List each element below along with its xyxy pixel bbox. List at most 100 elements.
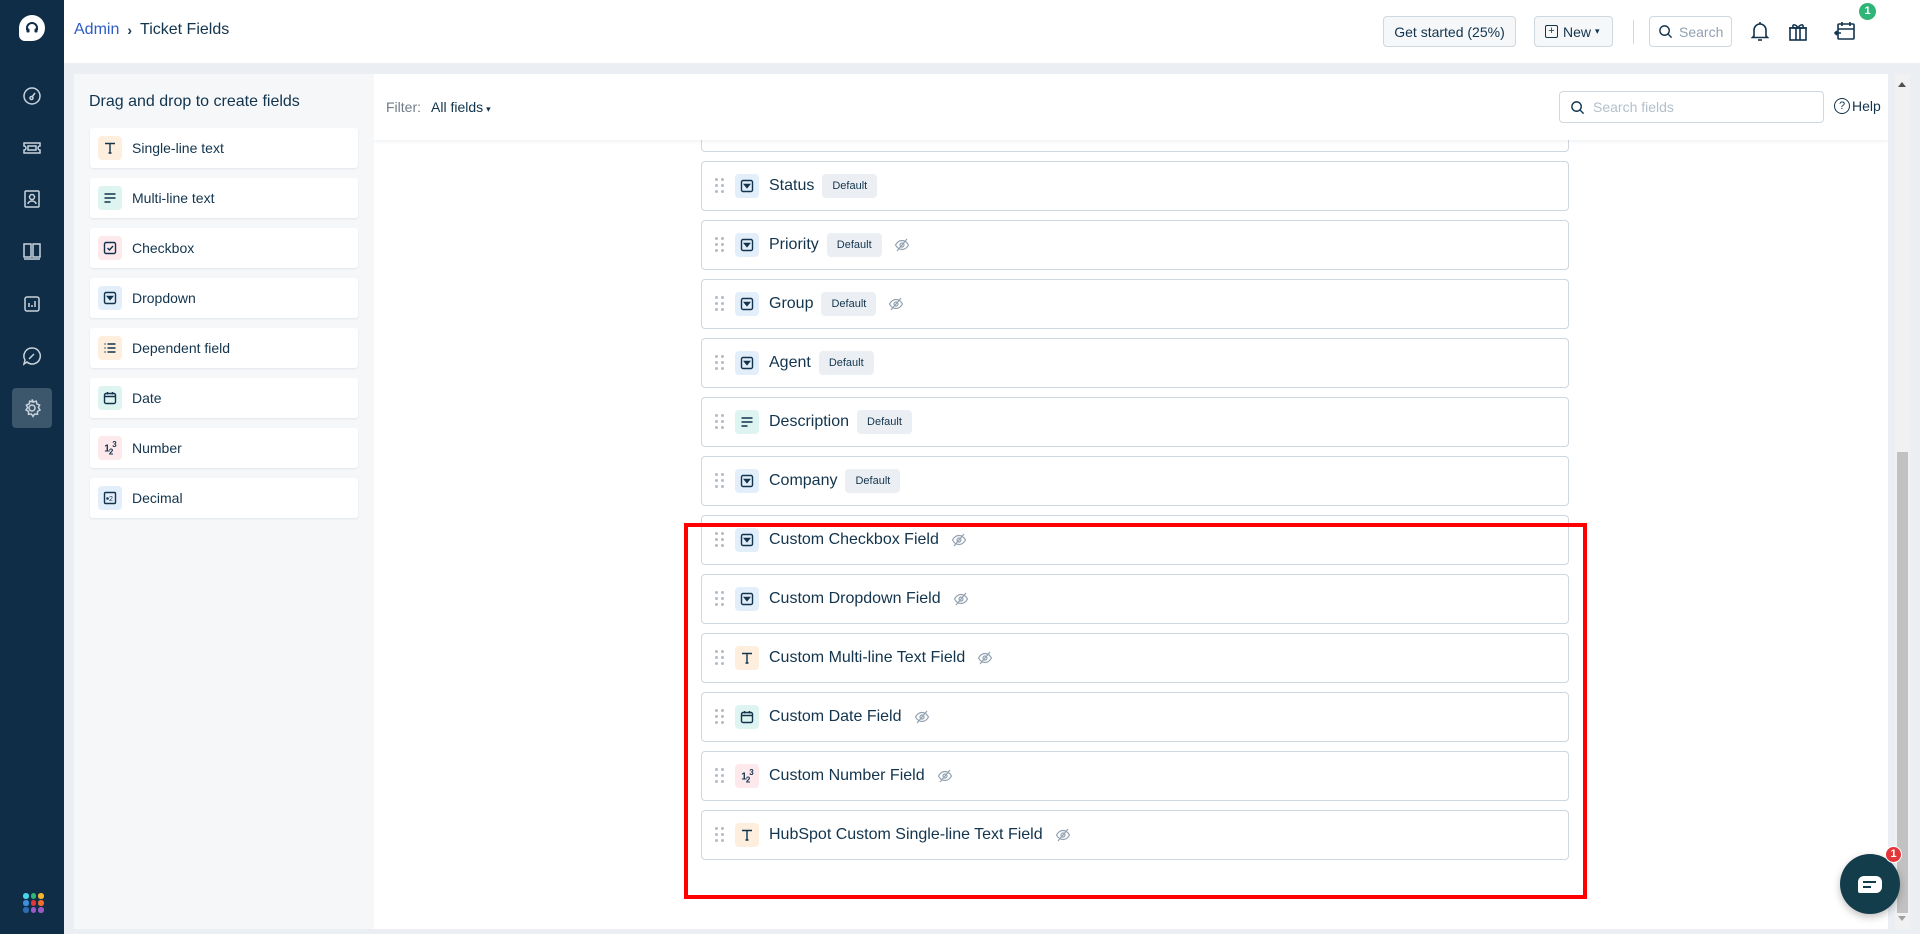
eye-off-icon — [914, 709, 930, 725]
page-scrollbar[interactable] — [1895, 74, 1910, 929]
field-name[interactable]: Custom Number Field — [769, 767, 925, 785]
dropdown-icon — [735, 528, 759, 552]
field-row[interactable]: Custom Dropdown Field — [701, 574, 1569, 624]
dropdown-icon — [735, 174, 759, 198]
nav-item-solutions[interactable] — [12, 231, 52, 271]
field-type-item[interactable]: Checkbox — [90, 228, 358, 268]
checkbox-icon — [98, 236, 122, 260]
field-type-item[interactable]: Date — [90, 378, 358, 418]
default-badge: Default — [821, 292, 877, 316]
field-row[interactable]: Priority Default — [701, 220, 1569, 270]
drag-handle-icon[interactable] — [715, 296, 724, 312]
nav-item-contacts[interactable] — [12, 179, 52, 219]
drag-handle-icon[interactable] — [715, 473, 724, 489]
freshdesk-logo-icon[interactable] — [19, 15, 45, 41]
search-icon — [1571, 100, 1585, 114]
chat-unread-badge: 1 — [1885, 846, 1902, 863]
drag-handle-icon[interactable] — [715, 355, 724, 371]
scroll-down-arrow-icon[interactable] — [1898, 916, 1906, 921]
nav-item-reports[interactable] — [12, 284, 52, 324]
search-fields-box — [1559, 91, 1824, 123]
field-name[interactable]: Description — [769, 413, 849, 431]
field-name[interactable]: Status — [769, 177, 814, 195]
dropdown-icon — [98, 286, 122, 310]
field-name[interactable]: Group — [769, 295, 813, 313]
field-type-label: Dropdown — [132, 290, 196, 306]
chat-bubble-icon — [1858, 875, 1882, 893]
apps-dot — [23, 893, 29, 899]
field-row[interactable]: Custom Checkbox Field — [701, 515, 1569, 565]
breadcrumb-admin-link[interactable]: Admin — [74, 21, 119, 39]
get-started-button[interactable]: Get started (25%) — [1383, 16, 1516, 47]
field-name[interactable]: Custom Date Field — [769, 708, 902, 726]
field-name[interactable]: Custom Dropdown Field — [769, 590, 941, 608]
field-type-label: Multi-line text — [132, 190, 215, 206]
plus-box-icon: + — [1545, 25, 1558, 38]
field-type-item[interactable]: 2 Decimal — [90, 478, 358, 518]
eye-off-icon — [1055, 827, 1071, 843]
text-t-icon — [735, 823, 759, 847]
gift-icon[interactable] — [1786, 19, 1810, 43]
new-button[interactable]: + New ▾ — [1534, 16, 1613, 47]
search-fields-input[interactable] — [1593, 99, 1813, 115]
field-type-item[interactable]: Multi-line text — [90, 178, 358, 218]
drag-handle-icon[interactable] — [715, 709, 724, 725]
drag-handle-icon[interactable] — [715, 532, 724, 548]
filter-dropdown[interactable]: All fields ▾ — [431, 99, 491, 115]
field-name[interactable]: Custom Multi-line Text Field — [769, 649, 965, 667]
field-name[interactable]: Custom Checkbox Field — [769, 531, 939, 549]
field-row[interactable]: Company Default — [701, 456, 1569, 506]
header-divider — [1633, 20, 1634, 44]
gift-notification-badge: 1 — [1859, 3, 1876, 20]
field-row[interactable]: Custom Date Field — [701, 692, 1569, 742]
drag-handle-icon[interactable] — [715, 650, 724, 666]
default-badge: Default — [818, 351, 874, 375]
default-badge: Default — [857, 410, 912, 434]
speedometer-icon — [23, 87, 41, 105]
apps-dot — [30, 893, 36, 899]
field-row[interactable]: Agent Default — [701, 338, 1569, 388]
field-type-item[interactable]: Dropdown — [90, 278, 358, 318]
field-row[interactable]: HubSpot Custom Single-line Text Field — [701, 810, 1569, 860]
chat-widget-button[interactable] — [1840, 854, 1900, 914]
nav-item-dashboard[interactable] — [12, 76, 52, 116]
breadcrumb-separator-icon: › — [127, 22, 133, 38]
field-row[interactable]: Description Default — [701, 397, 1569, 447]
field-type-item[interactable]: Dependent field — [90, 328, 358, 368]
field-type-item[interactable]: Single-line text — [90, 128, 358, 168]
help-link[interactable]: ? Help — [1834, 98, 1881, 114]
drag-handle-icon[interactable] — [715, 178, 724, 194]
field-type-item[interactable]: 123 Number — [90, 428, 358, 468]
field-name[interactable]: Company — [769, 472, 837, 490]
field-types-panel: Drag and drop to create fields Single-li… — [74, 74, 374, 929]
default-badge: Default — [822, 174, 878, 198]
drag-handle-icon[interactable] — [715, 414, 724, 430]
notifications-bell-icon[interactable] — [1748, 19, 1772, 43]
field-name[interactable]: HubSpot Custom Single-line Text Field — [769, 826, 1043, 844]
nav-item-tickets[interactable] — [12, 128, 52, 168]
field-row[interactable]: Status Default — [701, 161, 1569, 211]
drag-handle-icon[interactable] — [715, 591, 724, 607]
drag-handle-icon[interactable] — [715, 237, 724, 253]
field-row[interactable]: Group Default — [701, 279, 1569, 329]
nav-item-admin[interactable] — [12, 388, 52, 428]
apps-launcher-icon[interactable] — [23, 893, 44, 913]
drag-handle-icon[interactable] — [715, 827, 724, 843]
field-row[interactable]: 123 Custom Number Field — [701, 751, 1569, 801]
calendar-switch-icon[interactable] — [1833, 19, 1857, 43]
field-name[interactable]: Agent — [769, 354, 811, 372]
page-title: Ticket Fields — [140, 21, 230, 38]
field-name[interactable]: Priority — [769, 236, 819, 254]
scrollbar-thumb[interactable] — [1897, 452, 1908, 913]
contact-card-icon — [24, 190, 40, 208]
global-search-button[interactable]: Search — [1649, 16, 1732, 47]
field-row[interactable]: Custom Multi-line Text Field — [701, 633, 1569, 683]
number-123-icon: 123 — [98, 436, 122, 460]
nav-item-social[interactable] — [12, 336, 52, 376]
top-header: Admin › Ticket Fields Get started (25%) … — [64, 0, 1920, 63]
chevron-down-icon: ▾ — [1595, 26, 1600, 36]
field-type-label: Dependent field — [132, 340, 231, 356]
drag-handle-icon[interactable] — [715, 768, 724, 784]
apps-dot — [30, 900, 36, 906]
scroll-up-arrow-icon[interactable] — [1898, 82, 1906, 87]
